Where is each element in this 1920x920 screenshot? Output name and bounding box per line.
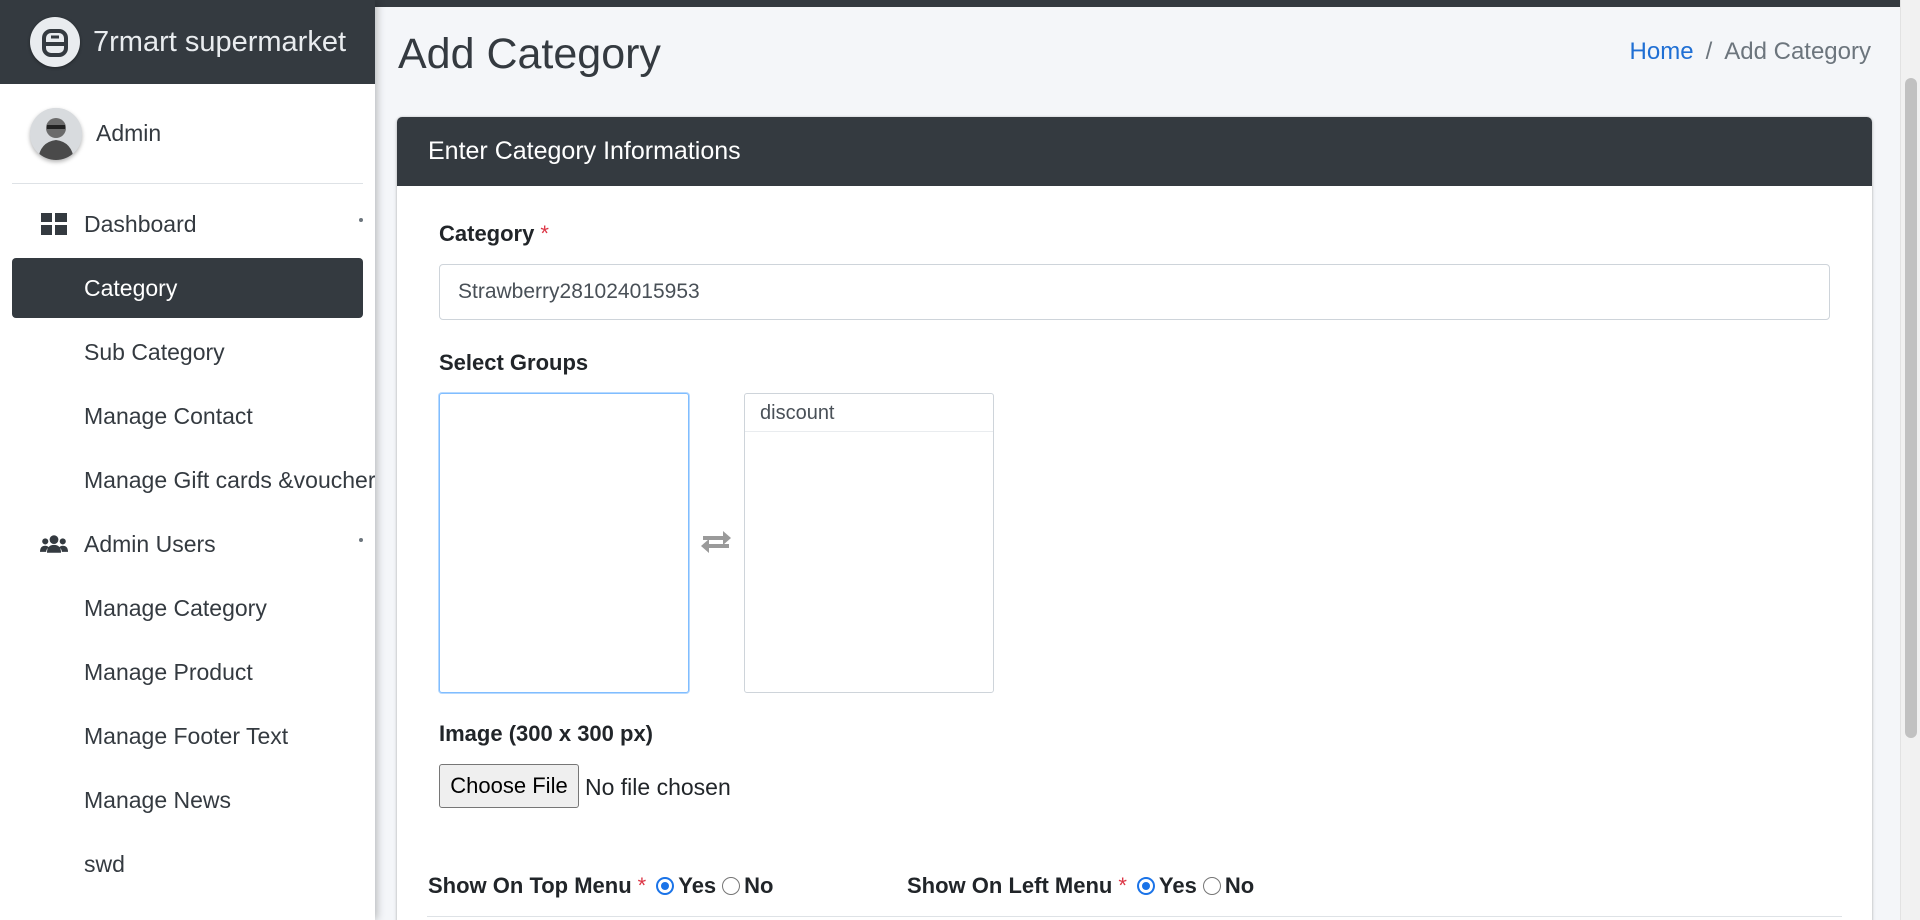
category-label-text: Category: [439, 221, 535, 246]
sidebar-item-label: Sub Category: [84, 338, 225, 365]
sidebar-item-dashboard[interactable]: Dashboard: [12, 192, 363, 256]
brand-link[interactable]: 7rmart supermarket: [0, 0, 375, 84]
select-groups-label: Select Groups: [439, 350, 589, 375]
category-input[interactable]: [439, 264, 1830, 320]
required-mark: *: [540, 221, 549, 246]
sidebar-item-label: Admin Users: [84, 530, 216, 557]
chevron-left-icon: [359, 218, 363, 222]
user-name: Admin: [96, 120, 162, 146]
sidebar-item-label: swd: [84, 850, 125, 877]
sidebar-item-label: Manage News: [84, 786, 232, 813]
sidebar-item-manage-news[interactable]: Manage News: [12, 768, 363, 832]
left-menu-group: Show On Left Menu * Yes No: [907, 873, 1254, 899]
top-navbar: [375, 0, 1920, 7]
top-menu-yes-label[interactable]: Yes: [678, 873, 716, 899]
top-menu-label: Show On Top Menu: [428, 873, 632, 898]
breadcrumb-separator: /: [1705, 38, 1713, 65]
top-menu-yes-radio[interactable]: [656, 877, 675, 895]
sidebar-item-label: Category: [84, 274, 178, 301]
sidebar-nav: Dashboard Category Sub Category Manage C…: [0, 192, 375, 896]
left-menu-yes-radio[interactable]: [1136, 877, 1155, 895]
choose-file-button[interactable]: Choose File: [439, 764, 579, 808]
file-status: No file chosen: [585, 774, 731, 800]
left-menu-no-radio[interactable]: [1202, 877, 1221, 895]
card-header: Enter Category Informations: [397, 117, 1872, 186]
sidebar-item-label: Manage Gift cards &voucher: [84, 466, 375, 493]
dashboard-grid-icon: [40, 210, 68, 238]
required-mark: *: [1118, 873, 1127, 898]
brand-name: 7rmart supermarket: [93, 25, 347, 58]
divider: [427, 916, 1842, 917]
image-label: Image (300 x 300 px): [439, 721, 654, 746]
category-label: Category *: [439, 221, 549, 247]
sidebar-item-label: Manage Product: [84, 658, 253, 685]
available-groups-listbox[interactable]: [439, 393, 689, 693]
top-menu-no-label[interactable]: No: [744, 873, 773, 899]
page-scrollbar[interactable]: [1900, 0, 1920, 920]
breadcrumb-current: Add Category: [1724, 38, 1871, 65]
sidebar-item-label: Manage Contact: [84, 402, 253, 429]
selected-groups-listbox[interactable]: discount: [744, 393, 994, 693]
swap-arrows-icon[interactable]: [699, 526, 733, 554]
sidebar-item-category[interactable]: Category: [12, 258, 363, 318]
app-logo-icon: [30, 17, 80, 67]
category-form-card: Enter Category Informations Category* Se…: [397, 117, 1872, 920]
left-menu-label: Show On Left Menu: [907, 873, 1113, 898]
scrollbar-thumb[interactable]: [1905, 78, 1917, 738]
user-panel[interactable]: Admin: [12, 84, 363, 184]
sidebar-item-admin-users[interactable]: Admin Users: [12, 512, 363, 576]
sidebar-item-swd[interactable]: swd: [12, 832, 363, 896]
sidebar-item-label: Manage Category: [84, 594, 267, 621]
top-menu-group: Show On Top Menu * Yes No: [428, 873, 774, 899]
sidebar-item-manage-category[interactable]: Manage Category: [12, 576, 363, 640]
breadcrumb-home-link[interactable]: Home: [1630, 38, 1694, 66]
page-title: Add Category: [398, 30, 661, 78]
sidebar-item-manage-product[interactable]: Manage Product: [12, 640, 363, 704]
sidebar-item-manage-footer-text[interactable]: Manage Footer Text: [12, 704, 363, 768]
sidebar-item-sub-category[interactable]: Sub Category: [12, 320, 363, 384]
breadcrumb: Home / Add Category: [1630, 38, 1871, 66]
required-mark: *: [637, 873, 647, 898]
top-menu-no-radio[interactable]: [722, 877, 741, 895]
sidebar-item-manage-contact[interactable]: Manage Contact: [12, 384, 363, 448]
left-menu-yes-label[interactable]: Yes: [1159, 873, 1197, 899]
users-icon: [40, 530, 68, 558]
sidebar: 7rmart supermarket Admin Dashboard Categ…: [0, 0, 375, 920]
sidebar-item-label: Manage Footer Text: [84, 722, 289, 749]
group-option-discount[interactable]: discount: [745, 394, 993, 432]
avatar: [30, 107, 82, 160]
sidebar-item-label: Dashboard: [84, 210, 197, 237]
sidebar-item-gift-cards[interactable]: Manage Gift cards &voucher: [12, 448, 375, 512]
chevron-left-icon: [359, 538, 363, 542]
left-menu-no-label[interactable]: No: [1225, 873, 1254, 899]
